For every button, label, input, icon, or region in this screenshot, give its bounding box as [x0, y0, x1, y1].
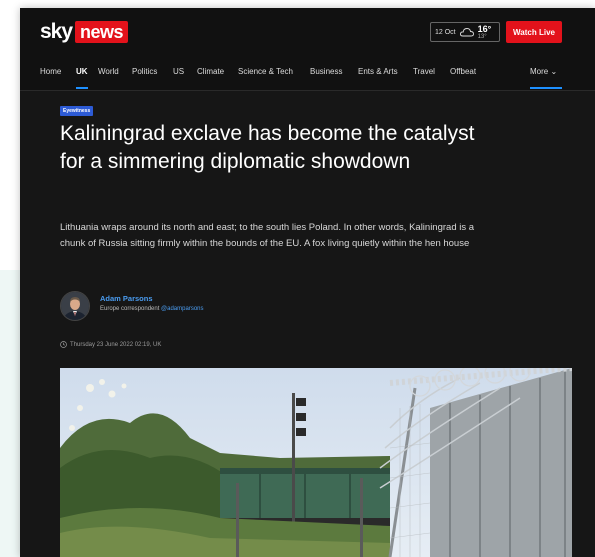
clock-icon [60, 341, 67, 348]
article-standfirst: Lithuania wraps around its north and eas… [60, 222, 475, 249]
weather-widget[interactable]: 12 Oct 16° 13° [430, 22, 500, 42]
author-portrait-icon [61, 292, 89, 320]
nav-more-dropdown[interactable]: More ⌄ [530, 67, 563, 89]
logo-news-text: news [75, 21, 129, 43]
nav-item-offbeat[interactable]: Offbeat [450, 67, 476, 76]
logo-sky-text: sky [40, 20, 73, 43]
nav-item-uk[interactable]: UK [76, 67, 88, 89]
nav-item-climate[interactable]: Climate [197, 67, 224, 76]
site-header: sky news 12 Oct 16° 13° Watch Live [20, 8, 595, 56]
cloud-icon [459, 28, 474, 37]
section-nav: Home UK World Politics US Climate Scienc… [20, 56, 595, 91]
author-role-text: Europe correspondent [100, 306, 160, 312]
author-handle-link[interactable]: @adamparsons [161, 306, 203, 312]
nav-item-politics[interactable]: Politics [132, 67, 157, 76]
publish-timestamp: Thursday 23 June 2022 02:19, UK [60, 341, 161, 348]
weather-low: 13° [477, 33, 487, 40]
nav-item-ents-arts[interactable]: Ents & Arts [358, 67, 398, 76]
nav-item-science-tech[interactable]: Science & Tech [238, 67, 293, 76]
nav-item-home[interactable]: Home [40, 67, 61, 76]
author-name-link[interactable]: Adam Parsons [100, 294, 153, 303]
category-badge[interactable]: Eyewitness [60, 106, 94, 116]
nav-item-world[interactable]: World [98, 67, 119, 76]
hero-image[interactable] [60, 368, 572, 557]
watch-live-button[interactable]: Watch Live [506, 21, 562, 43]
page-background [0, 270, 20, 557]
nav-item-business[interactable]: Business [310, 67, 342, 76]
article-headline: Kaliningrad exclave has become the catal… [60, 122, 475, 173]
browser-frame: sky news 12 Oct 16° 13° Watch Live Home … [20, 8, 595, 557]
nav-item-travel[interactable]: Travel [413, 67, 435, 76]
border-fence-photo [60, 368, 572, 557]
weather-temp: 16° [477, 23, 492, 34]
timestamp-text: Thursday 23 June 2022 02:19, UK [70, 341, 162, 348]
nav-item-us[interactable]: US [173, 67, 184, 76]
author-role: Europe correspondent @adamparsons [100, 306, 204, 312]
sky-news-logo[interactable]: sky news [40, 20, 129, 44]
weather-location: 12 Oct [435, 28, 456, 36]
author-avatar[interactable] [60, 291, 90, 321]
